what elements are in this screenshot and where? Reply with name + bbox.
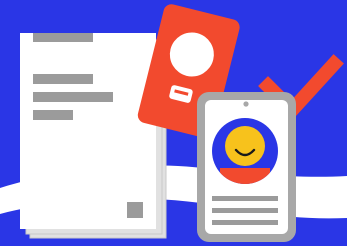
badge-line-1 [212, 196, 278, 201]
badge-line-3 [212, 220, 278, 225]
identity-verification-illustration [0, 0, 347, 246]
avatar-face [225, 126, 265, 166]
document-header-bar [33, 33, 93, 42]
document-line-2 [33, 92, 113, 102]
badge-hole [243, 101, 249, 107]
id-badge-icon [197, 92, 296, 242]
document-front-sheet [20, 33, 156, 229]
document-line-3 [33, 110, 73, 120]
document-line-1 [33, 74, 93, 84]
document-stamp-box [127, 202, 143, 218]
document-icon [20, 33, 167, 239]
illustration-canvas [0, 0, 347, 246]
badge-line-2 [212, 208, 278, 213]
